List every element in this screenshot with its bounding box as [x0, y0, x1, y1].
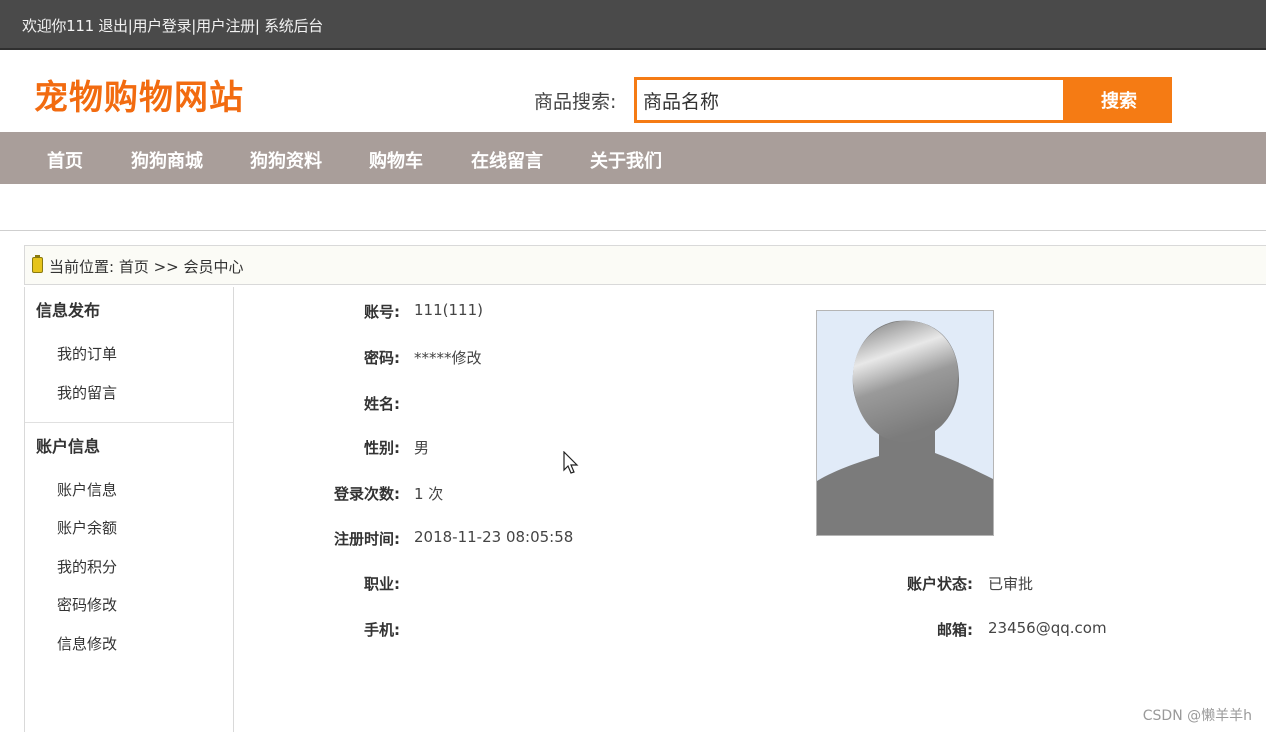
login-count-value: 1 次 [414, 485, 444, 503]
password-mask: ***** [414, 349, 452, 367]
password-label: 密码: [364, 349, 400, 367]
search-box [634, 77, 1066, 123]
sidebar-item-account-info[interactable]: 账户信息 [57, 479, 117, 500]
account-value: 111(111) [414, 301, 483, 319]
mouse-cursor-icon [563, 450, 579, 479]
sidebar-item-points[interactable]: 我的积分 [57, 556, 117, 577]
breadcrumb: 当前位置: 首页 >> 会员中心 [24, 245, 1266, 285]
search-button[interactable]: 搜索 [1066, 77, 1172, 123]
user-avatar-placeholder-icon [817, 311, 993, 535]
account-label: 账号: [364, 303, 400, 321]
email-value: 23456@qq.com [988, 619, 1107, 637]
sidebar-section-title: 信息发布 [36, 301, 101, 320]
search-input[interactable] [637, 80, 1063, 120]
password-modify-link[interactable]: 修改 [452, 349, 482, 367]
job-label: 职业: [364, 575, 400, 593]
logout-link[interactable]: 退出 [98, 17, 128, 35]
sidebar-item-change-password[interactable]: 密码修改 [57, 594, 117, 615]
sidebar-divider [25, 422, 233, 423]
login-count-label: 登录次数: [334, 485, 400, 503]
site-logo[interactable]: 宠物购物网站 [34, 70, 244, 119]
sidebar-item-my-messages[interactable]: 我的留言 [57, 382, 117, 403]
watermark: CSDN @懒羊羊h [1142, 708, 1252, 724]
user-login-link[interactable]: 用户登录 [132, 17, 191, 35]
sidebar-item-edit-info[interactable]: 信息修改 [57, 633, 117, 654]
avatar [816, 310, 994, 536]
top-bar: 欢迎你111 退出|用户登录|用户注册| 系统后台 [0, 0, 1266, 50]
password-value: *****修改 [414, 347, 482, 368]
gender-value: 男 [414, 439, 430, 457]
nav-dog-info[interactable]: 狗狗资料 [250, 147, 322, 173]
email-label: 邮箱: [937, 621, 973, 639]
sidebar-item-balance[interactable]: 账户余额 [57, 517, 117, 538]
welcome-text: 欢迎你111 [22, 17, 94, 35]
status-label: 账户状态: [907, 575, 973, 593]
nav-cart[interactable]: 购物车 [369, 147, 423, 173]
main-nav: 首页 狗狗商城 狗狗资料 购物车 在线留言 关于我们 [0, 132, 1266, 184]
register-time-label: 注册时间: [334, 530, 400, 548]
nav-home[interactable]: 首页 [47, 147, 83, 173]
name-label: 姓名: [364, 395, 400, 413]
status-value: 已审批 [988, 575, 1034, 593]
breadcrumb-text: 当前位置: 首页 >> 会员中心 [49, 258, 244, 276]
divider [0, 230, 1266, 231]
sidebar: 信息发布 我的订单 我的留言 账户信息 账户信息 账户余额 我的积分 密码修改 … [24, 287, 234, 732]
nav-message[interactable]: 在线留言 [471, 147, 543, 173]
admin-link[interactable]: 系统后台 [264, 17, 323, 35]
gender-label: 性别: [364, 439, 400, 457]
nav-about[interactable]: 关于我们 [590, 147, 662, 173]
user-register-link[interactable]: 用户注册 [196, 17, 255, 35]
register-time-value: 2018-11-23 08:05:58 [414, 528, 574, 546]
sidebar-item-my-orders[interactable]: 我的订单 [57, 343, 117, 364]
nav-dog-mall[interactable]: 狗狗商城 [131, 147, 203, 173]
top-links: 欢迎你111 退出|用户登录|用户注册| 系统后台 [22, 15, 323, 36]
sidebar-section-title: 账户信息 [36, 437, 101, 456]
separator: | [254, 17, 260, 35]
location-icon [32, 255, 43, 273]
phone-label: 手机: [364, 621, 400, 639]
search-label: 商品搜索: [534, 91, 617, 113]
